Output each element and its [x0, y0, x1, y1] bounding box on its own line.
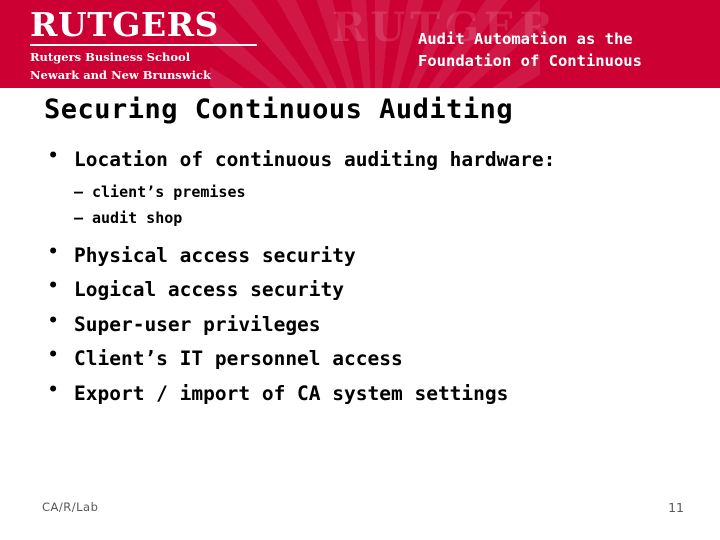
logo-subtitle-line1: Rutgers Business School	[30, 50, 191, 64]
list-item: audit shop	[44, 210, 694, 226]
list-item: Physical access security	[44, 244, 694, 266]
slide-header-band: RUTGER RUTGERS Rutgers Business School N…	[0, 0, 720, 88]
rutgers-logo: RUTGERS Rutgers Business School Newark a…	[30, 8, 290, 83]
page-title: Securing Continuous Auditing	[44, 94, 514, 125]
list-item: client’s premises	[44, 184, 694, 200]
logo-subtitle-line2: Newark and New Brunswick	[30, 68, 212, 83]
header-title-line-1: Audit Automation as the	[418, 30, 633, 48]
list-item: Super-user privileges	[44, 313, 694, 335]
logo-wordmark: RUTGERS	[30, 5, 219, 44]
slide: RUTGER RUTGERS Rutgers Business School N…	[0, 0, 720, 540]
list-item: Logical access security	[44, 278, 694, 300]
header-title: Audit Automation as the Foundation of Co…	[418, 28, 718, 73]
list-item: Export / import of CA system settings	[44, 382, 694, 404]
header-title-line-2: Foundation of Continuous	[418, 52, 642, 71]
bullet-list: Location of continuous auditing hardware…	[44, 148, 694, 418]
page-number: 11	[668, 500, 684, 515]
footer-label: CA/R/Lab	[42, 500, 99, 514]
logo-divider	[30, 44, 257, 46]
list-item: Location of continuous auditing hardware…	[44, 148, 694, 170]
list-item: Client’s IT personnel access	[44, 347, 694, 369]
